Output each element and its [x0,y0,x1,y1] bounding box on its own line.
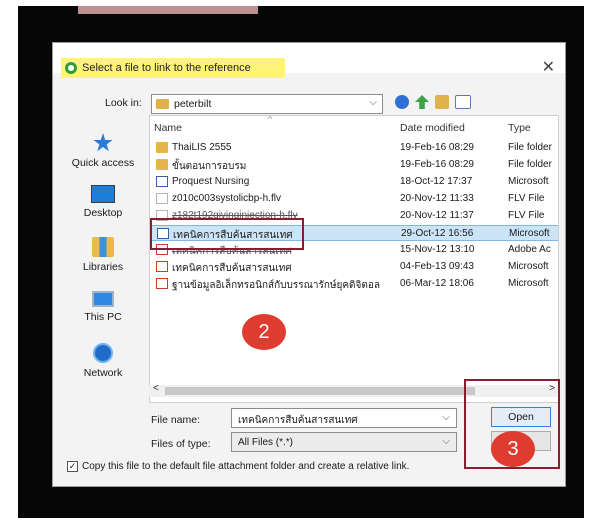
file-name-label: File name: [151,414,201,426]
file-row[interactable]: z010c003systolicbp-h.flv 20-Nov-12 11:33… [150,191,558,207]
file-name: ขั้นตอนการอบรม [172,161,247,172]
folder-icon [156,99,169,109]
file-name-input[interactable]: เทคนิคการสืบค้นสารสนเทศ ⌵ [231,408,457,428]
dialog-title: Select a file to link to the reference [82,62,251,74]
copy-file-label: Copy this file to the default file attac… [82,461,410,472]
star-icon [93,133,113,152]
close-icon[interactable]: ✕ [542,60,555,76]
file-name: ThaiLIS 2555 [172,142,232,153]
file-type: File folder [508,142,552,153]
place-network[interactable]: Network [59,343,147,379]
app-icon [65,62,77,74]
place-label: Libraries [82,261,124,273]
chevron-down-icon: ⌵ [369,97,377,108]
new-folder-icon[interactable] [435,95,449,109]
toolbar-icons [395,95,471,109]
place-label: Network [83,367,123,379]
title-bar: Select a file to link to the reference ✕ [53,43,565,78]
pdf-icon [156,261,168,272]
document-icon [156,176,168,187]
background-bar [78,6,258,14]
file-row[interactable]: ฐานข้อมูลอิเล็กทรอนิกส์กับบรรณารักษ์ยุคด… [150,276,558,292]
file-name: z010c003systolicbp-h.flv [172,193,281,204]
places-bar: Quick access Desktop Libraries This PC N… [59,123,147,383]
file-date: 20-Nov-12 11:37 [400,210,474,221]
file-date: 04-Feb-13 09:43 [400,261,474,272]
libraries-icon [92,237,114,257]
file-open-dialog: Select a file to link to the reference ✕… [52,42,566,487]
desktop-icon [91,185,115,203]
step-2-badge: 2 [242,314,286,350]
file-name: ฐานข้อมูลอิเล็กทรอนิกส์กับบรรณารักษ์ยุคด… [172,280,381,291]
pdf-icon [156,278,168,289]
file-type-value: All Files (*.*) [238,437,294,448]
folder-icon [156,159,168,170]
scroll-thumb[interactable] [165,387,475,395]
place-this-pc[interactable]: This PC [59,291,147,323]
file-type: Adobe Ac [508,244,551,255]
network-icon [93,343,113,363]
look-in-label: Look in: [105,97,142,109]
callout-box-selected-file [150,218,304,250]
file-type-label: Files of type: [151,438,211,450]
file-type: FLV File [508,193,545,204]
file-row[interactable]: ThaiLIS 2555 19-Feb-16 08:29 File folder [150,140,558,156]
file-date: 19-Feb-16 08:29 [400,142,474,153]
place-label: This PC [84,311,122,323]
file-type: File folder [508,159,552,170]
place-quick-access[interactable]: Quick access [59,133,147,169]
up-folder-icon[interactable] [415,95,429,109]
file-type: Microsoft [508,176,549,187]
look-in-value: peterbilt [174,98,212,110]
file-type-select[interactable]: All Files (*.*) ⌵ [231,432,457,452]
view-menu-icon[interactable] [455,95,471,109]
look-in-select[interactable]: peterbilt ⌵ [151,94,383,114]
file-date: 18-Oct-12 17:37 [400,176,473,187]
file-list: Name ^ Date modified Type ThaiLIS 2555 1… [149,115,559,403]
column-header-name[interactable]: Name [154,122,182,134]
scroll-left-icon[interactable]: < [153,383,159,394]
file-row[interactable]: ขั้นตอนการอบรม 19-Feb-16 08:29 File fold… [150,157,558,173]
copy-file-checkbox[interactable]: ✓ [67,461,78,472]
file-row[interactable]: Proquest Nursing 18-Oct-12 17:37 Microso… [150,174,558,190]
file-date: 20-Nov-12 11:33 [400,193,474,204]
step-3-badge: 3 [491,431,535,467]
file-row[interactable]: เทคนิคการสืบค้นสารสนเทศ 04-Feb-13 09:43 … [150,259,558,275]
column-header-date[interactable]: Date modified [400,122,465,134]
place-label: Desktop [83,207,123,219]
folder-icon [156,142,168,153]
look-in-row: Look in: peterbilt ⌵ [53,93,565,115]
file-date: 06-Mar-12 18:06 [400,278,474,289]
chevron-down-icon: ⌵ [442,436,450,447]
video-file-icon [156,193,168,204]
sort-up-icon: ^ [268,115,273,124]
file-type: Microsoft [508,261,549,272]
file-type: Microsoft [508,278,549,289]
file-date: 15-Nov-12 13:10 [400,244,475,255]
file-date: 29-Oct-12 16:56 [401,228,474,239]
file-date: 19-Feb-16 08:29 [400,159,474,170]
chevron-down-icon[interactable]: ⌵ [442,412,450,423]
file-type: Microsoft [509,228,550,239]
column-header-type[interactable]: Type [508,122,531,134]
copy-file-option: ✓ Copy this file to the default file att… [67,461,409,472]
file-name: Proquest Nursing [172,176,250,187]
place-libraries[interactable]: Libraries [59,237,147,273]
place-label: Quick access [71,157,135,169]
back-icon[interactable] [395,95,409,109]
computer-icon [92,291,114,307]
file-name: เทคนิคการสืบค้นสารสนเทศ [172,263,292,274]
file-name-value: เทคนิคการสืบค้นสารสนเทศ [238,415,358,426]
place-desktop[interactable]: Desktop [59,185,147,219]
file-type: FLV File [508,210,545,221]
title-highlight: Select a file to link to the reference [61,58,285,78]
